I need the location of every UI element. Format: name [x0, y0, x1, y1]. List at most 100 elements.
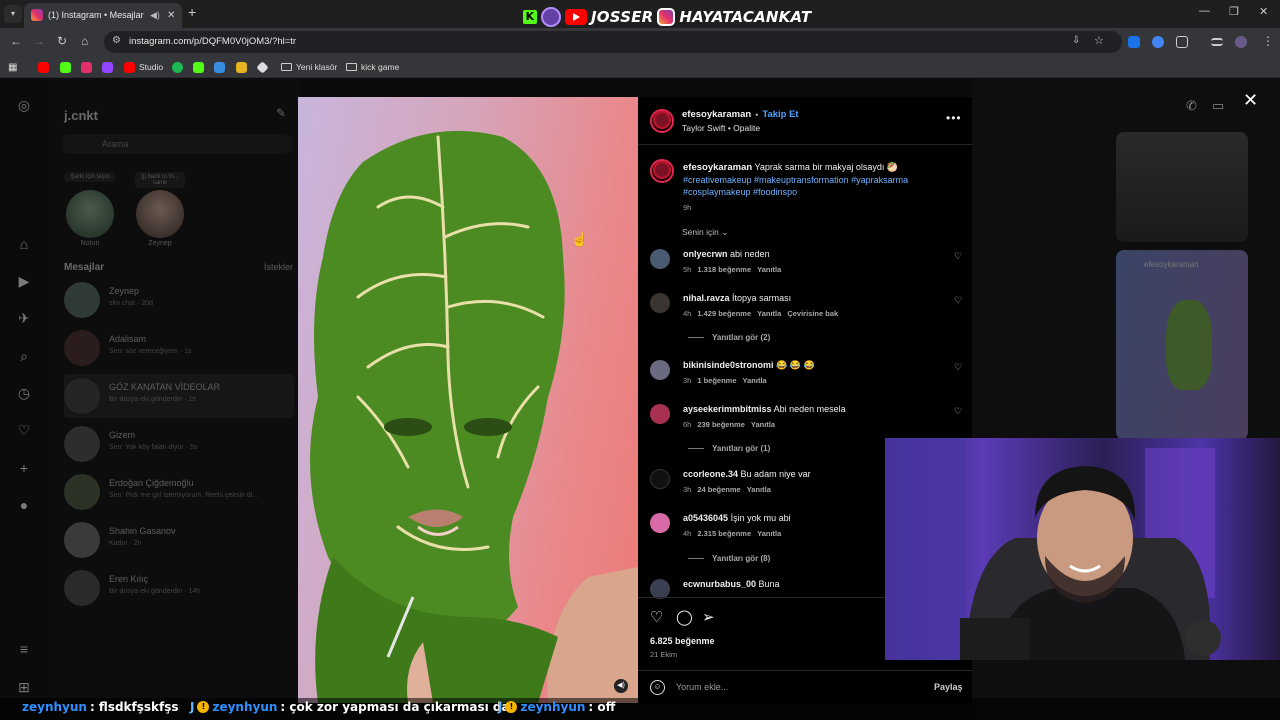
url-field[interactable]: ⚙ instagram.com/p/DQFM0V0jOM3/?hl=tr ⇩ ☆ — [104, 31, 1122, 53]
apps-icon[interactable]: ⊞ — [16, 679, 32, 695]
reply-button[interactable]: Yanıtla — [757, 529, 781, 538]
bookmark-instagram[interactable] — [81, 60, 92, 74]
comment-likes[interactable]: 239 beğenme — [697, 420, 745, 429]
author-avatar[interactable] — [650, 109, 674, 133]
home-icon[interactable]: ⌂ — [81, 34, 88, 48]
emoji-icon[interactable]: ☺ — [650, 680, 665, 695]
conversation-item[interactable]: Eren Kılıç Bir dosya eki gönderdin · 14h — [64, 566, 294, 610]
browser-tab[interactable]: (1) Instagram • Mesajlar ◀) ✕ — [24, 3, 182, 28]
forward-icon[interactable]: → — [33, 34, 45, 48]
window-close-icon[interactable]: ✕ — [1259, 5, 1268, 18]
comment-likes[interactable]: 1.429 beğenme — [697, 309, 751, 318]
view-replies-link[interactable]: Yanıtları gör (8) — [688, 554, 770, 563]
extension-icon[interactable] — [1152, 36, 1164, 48]
site-info-icon[interactable]: ⚙ — [112, 35, 121, 46]
likes-count[interactable]: 6.825 beğenme — [650, 636, 715, 646]
comment-filter-dropdown[interactable]: Senin için ⌄ — [682, 227, 728, 238]
bookmark-spotify[interactable] — [172, 60, 183, 74]
comment-likes[interactable]: 24 beğenme — [697, 485, 740, 494]
conversation-item[interactable]: Erdoğan Çiğdemoğlu Sen: Pick me girl iste… — [64, 470, 294, 514]
comment-username[interactable]: bikinisinde0stronomi — [683, 360, 774, 370]
bookmark-site[interactable] — [236, 60, 247, 74]
note-item[interactable]: ||| back to fri... sanık Zeynep — [132, 172, 188, 247]
follow-button[interactable]: Takip Et — [762, 109, 798, 120]
close-modal-icon[interactable]: ✕ — [1243, 90, 1258, 111]
profile-avatar[interactable] — [1235, 36, 1247, 48]
avatar[interactable] — [650, 404, 670, 424]
bookmark-kick-2[interactable] — [193, 60, 204, 74]
conversation-item[interactable]: Gizem Sen: Yok köy falan diyor · 5s — [64, 422, 294, 466]
conversation-item[interactable]: Adalisam Sen: söz vereceğiyem · 1s — [64, 326, 294, 370]
extension-icon[interactable] — [1128, 36, 1140, 48]
maximize-icon[interactable]: ❐ — [1229, 5, 1239, 18]
bookmark-studio[interactable]: Studio — [124, 60, 163, 74]
phone-icon[interactable]: ✆ — [1186, 98, 1197, 114]
search-input[interactable]: Arama — [62, 134, 292, 154]
view-replies-link[interactable]: Yanıtları gör (1) — [688, 444, 770, 453]
comment-username[interactable]: ccorleone.34 — [683, 469, 738, 479]
comment-likes[interactable]: 1 beğenme — [697, 376, 736, 385]
new-tab-icon[interactable]: + — [188, 4, 196, 20]
more-options-icon[interactable]: ••• — [946, 111, 962, 125]
speaker-icon[interactable]: ◀) — [150, 3, 160, 28]
avatar[interactable] — [650, 579, 670, 599]
heart-icon[interactable]: ♡ — [16, 422, 32, 438]
caption-username[interactable]: efesoykaraman — [683, 162, 752, 173]
comment-bubble-icon[interactable]: ◯ — [676, 608, 693, 626]
messages-icon[interactable]: ✈ — [16, 310, 32, 326]
new-message-icon[interactable]: ✎ — [276, 106, 286, 120]
post-comment-button[interactable]: Paylaş — [934, 682, 963, 692]
bookmark-site[interactable] — [256, 60, 269, 74]
avatar[interactable] — [650, 513, 670, 533]
back-icon[interactable]: ← — [10, 34, 22, 48]
reading-list-icon[interactable] — [1211, 38, 1223, 46]
account-name[interactable]: j.cnkt — [64, 108, 98, 123]
avatar[interactable] — [650, 469, 670, 489]
conversation-item[interactable]: Zeynep slm chat · 20d — [64, 278, 294, 322]
explore-icon[interactable]: ◷ — [16, 385, 32, 401]
bookmark-star-icon[interactable]: ☆ — [1094, 34, 1104, 47]
note-item[interactable]: Şarkı için taşın Notun — [62, 172, 118, 247]
bookmark-folder-yeni[interactable]: Yeni klasör — [281, 60, 337, 74]
comment-username[interactable]: nihal.ravza — [683, 293, 730, 303]
translate-link[interactable]: Çevirisine bak — [787, 309, 838, 318]
reload-icon[interactable]: ↻ — [57, 34, 67, 48]
like-comment-icon[interactable]: ♡ — [954, 295, 962, 306]
comment-input[interactable]: Yorum ekle... — [676, 682, 728, 692]
comment-likes[interactable]: 1.318 beğenme — [697, 265, 751, 274]
reels-icon[interactable]: ▶ — [16, 273, 32, 289]
share-send-icon[interactable]: ➢ — [702, 608, 715, 626]
apps-grid-icon[interactable]: ▦ — [8, 60, 17, 74]
shared-post-thumb[interactable]: efesoykaraman — [1116, 250, 1248, 440]
like-comment-icon[interactable]: ♡ — [954, 362, 962, 373]
comment-username[interactable]: ecwnurbabus_00 — [683, 579, 756, 589]
comment-username[interactable]: ayseekerimmbitmiss — [683, 404, 772, 414]
shared-media-thumb[interactable] — [1116, 132, 1248, 242]
reply-button[interactable]: Yanıtla — [757, 265, 781, 274]
mute-toggle-icon[interactable]: ◀) — [614, 679, 628, 693]
bookmark-site[interactable] — [214, 60, 225, 74]
audio-label[interactable]: Taylor Swift • Opalite — [682, 123, 760, 133]
comment-likes[interactable]: 2.315 beğenme — [697, 529, 751, 538]
tab-search-icon[interactable]: ▾ — [4, 5, 22, 23]
requests-link[interactable]: İstekler — [264, 262, 293, 272]
caption-hashtags[interactable]: #creativemakeup #makeuptransformation #y… — [683, 175, 908, 197]
search-icon[interactable]: ⌕ — [16, 348, 32, 364]
reply-button[interactable]: Yanıtla — [751, 420, 775, 429]
bookmark-twitch[interactable] — [102, 60, 113, 74]
like-comment-icon[interactable]: ♡ — [954, 251, 962, 262]
like-heart-icon[interactable]: ♡ — [650, 608, 663, 626]
author-avatar[interactable] — [650, 159, 674, 183]
reply-button[interactable]: Yanıtla — [743, 376, 767, 385]
bookmark-folder-kick[interactable]: kick game — [346, 60, 399, 74]
profile-avatar[interactable]: ● — [16, 497, 32, 513]
avatar[interactable] — [650, 293, 670, 313]
more-menu-icon[interactable]: ≡ — [16, 641, 32, 657]
home-icon[interactable]: ⌂ — [16, 236, 32, 252]
conversation-item[interactable]: GÖZ KANATAN VİDEOLAR Bir dosya eki gönder… — [64, 374, 294, 418]
author-username[interactable]: efesoykaraman — [682, 109, 751, 120]
menu-kebab-icon[interactable]: ⋮ — [1262, 34, 1274, 48]
view-replies-link[interactable]: Yanıtları gör (2) — [688, 333, 770, 342]
avatar[interactable] — [650, 249, 670, 269]
tab-close-icon[interactable]: ✕ — [167, 3, 175, 28]
